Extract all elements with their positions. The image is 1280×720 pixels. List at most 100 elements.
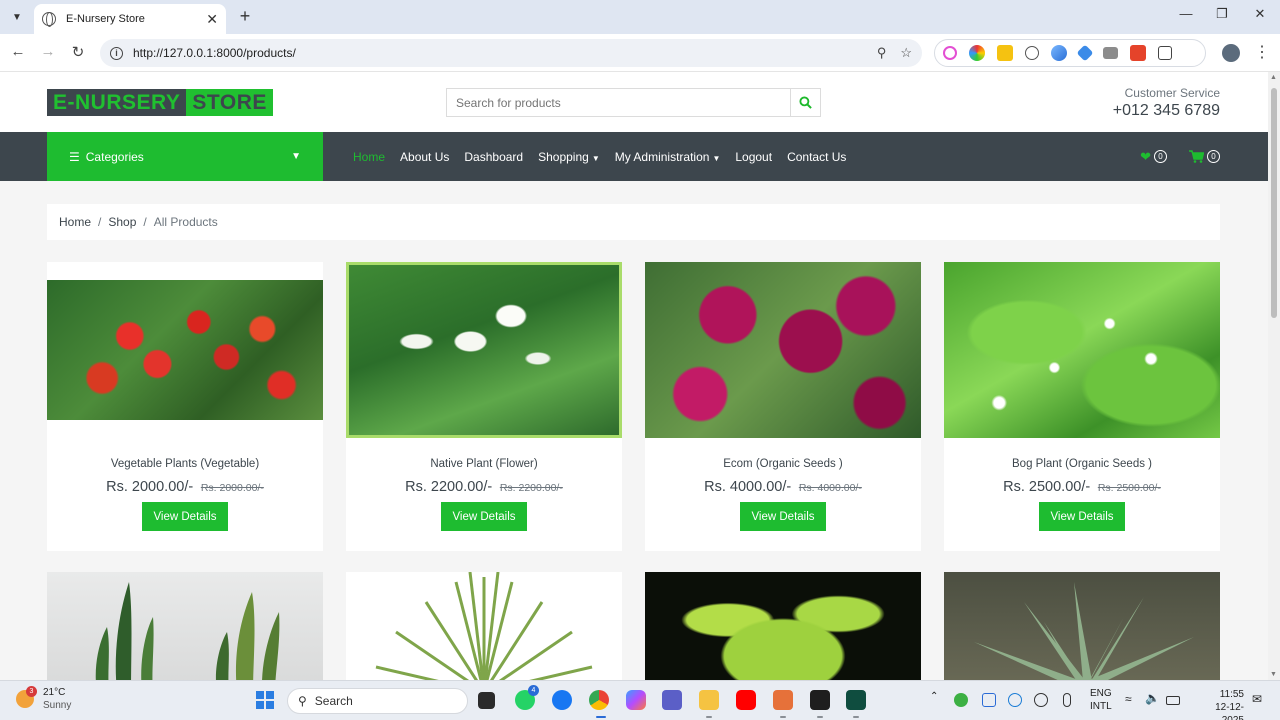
page-scrollbar[interactable]: ▲ ▼ [1268, 72, 1280, 680]
chevron-down-icon: ▼ [712, 153, 721, 163]
browser-tab[interactable]: E-Nursery Store ✕ [34, 4, 226, 34]
extension-8-icon[interactable] [1130, 45, 1146, 61]
forward-icon[interactable]: → [38, 43, 58, 60]
breadcrumb-home[interactable]: Home [59, 215, 91, 229]
tray-app-3-icon[interactable] [1008, 693, 1022, 707]
scroll-down-icon[interactable]: ▼ [1270, 671, 1277, 678]
windows-start-icon[interactable] [256, 691, 274, 709]
microphone-icon[interactable] [1063, 693, 1071, 707]
teams-icon[interactable] [662, 690, 682, 710]
customer-service: Customer Service +012 345 6789 [1113, 86, 1220, 120]
search-button[interactable] [790, 89, 820, 116]
task-view-icon[interactable] [478, 692, 495, 709]
tray-overflow-icon[interactable]: ⌃ [930, 691, 938, 702]
search-input[interactable] [447, 89, 790, 116]
site-info-icon[interactable]: i [110, 46, 123, 60]
site-logo[interactable]: E-NURSERY STORE [47, 89, 273, 116]
product-image-agave[interactable] [944, 572, 1220, 680]
product-image-green-shrub[interactable] [645, 572, 921, 680]
product-image-native-plant[interactable] [346, 262, 622, 438]
tray-app-1-icon[interactable] [954, 693, 968, 707]
profile-avatar[interactable] [1222, 44, 1240, 62]
copilot-icon[interactable] [626, 690, 646, 710]
pycharm-icon[interactable] [846, 690, 866, 710]
language-indicator[interactable]: ENG INTL [1090, 687, 1112, 713]
reload-icon[interactable]: ↻ [68, 43, 88, 61]
breadcrumb: Home / Shop / All Products [47, 204, 1220, 240]
wifi-icon[interactable]: ≈ [1125, 692, 1132, 706]
breadcrumb-shop[interactable]: Shop [108, 215, 136, 229]
chrome-icon[interactable] [589, 690, 609, 710]
extensions-puzzle-icon[interactable] [1158, 46, 1172, 60]
nav-shopping[interactable]: Shopping ▼ [538, 150, 600, 164]
categories-label: Categories [85, 149, 144, 164]
minimize-icon[interactable]: — [1176, 6, 1196, 21]
product-prices: Rs. 2500.00/- Rs. 2500.00/- [944, 479, 1220, 495]
nav-contact-us[interactable]: Contact Us [787, 150, 846, 164]
product-image-air-plant[interactable] [346, 572, 622, 680]
extension-5-icon[interactable] [1051, 45, 1067, 61]
cart-link[interactable]: 0 [1189, 150, 1220, 163]
tab-list-chevron-icon[interactable]: ▼ [6, 6, 28, 28]
nav-home[interactable]: Home [353, 150, 385, 164]
extension-2-icon[interactable] [969, 45, 985, 61]
extension-1-icon[interactable] [943, 46, 957, 60]
product-old-price: Rs. 2200.00/- [499, 482, 563, 494]
tray-app-4-icon[interactable] [1034, 693, 1048, 707]
view-details-button[interactable]: View Details [740, 502, 826, 531]
product-image-tomato[interactable] [47, 262, 323, 438]
breadcrumb-separator: / [143, 215, 147, 229]
taskbar-search[interactable]: ⚲ Search [287, 688, 468, 714]
nav-dashboard[interactable]: Dashboard [464, 150, 523, 164]
whatsapp-icon[interactable]: 4 [515, 685, 539, 710]
browser-menu-icon[interactable]: ⋮ [1254, 42, 1270, 62]
product-image-snake-plant[interactable] [47, 572, 323, 680]
product-prices: Rs. 2200.00/- Rs. 2200.00/- [346, 479, 622, 495]
weather-widget[interactable]: 3 21°C Sunny [16, 686, 71, 712]
scroll-up-icon[interactable]: ▲ [1270, 74, 1277, 81]
scrollbar-thumb[interactable] [1271, 88, 1277, 318]
nav-about-us[interactable]: About Us [400, 150, 449, 164]
new-tab-icon[interactable]: + [234, 6, 256, 27]
view-details-button[interactable]: View Details [142, 502, 228, 531]
nav-logout[interactable]: Logout [735, 150, 772, 164]
product-old-price: Rs. 2500.00/- [1097, 482, 1161, 494]
product-image-ecom[interactable] [645, 262, 921, 438]
notification-bell-icon[interactable]: ✉ [1252, 692, 1262, 706]
view-details-button[interactable]: View Details [1039, 502, 1125, 531]
air-plant-illustration [375, 572, 593, 680]
battery-icon[interactable] [1166, 696, 1180, 705]
heart-icon: ❤ [1140, 148, 1151, 164]
maximize-icon[interactable]: ❐ [1212, 6, 1232, 22]
omnibox[interactable]: i http://127.0.0.1:8000/products/ ⚲ ☆ [100, 39, 922, 67]
product-card: Native Plant (Flower) Rs. 2200.00/- Rs. … [346, 262, 622, 551]
facebook-icon[interactable] [552, 690, 572, 710]
wishlist-link[interactable]: ❤ 0 [1140, 149, 1167, 165]
nav-shopping-label: Shopping [538, 149, 589, 164]
extension-4-icon[interactable] [1025, 46, 1039, 60]
product-image-bog-plant[interactable] [944, 262, 1220, 438]
hamburger-icon: ☰ [69, 149, 80, 164]
browser-tab-bar: ▼ E-Nursery Store ✕ + — ❐ ✕ [0, 0, 1280, 34]
clock[interactable]: 11:55 12-12-2025 [1200, 688, 1244, 720]
product-card: Bog Plant (Organic Seeds ) Rs. 2500.00/-… [944, 262, 1220, 551]
window-close-icon[interactable]: ✕ [1250, 6, 1270, 22]
youtube-icon[interactable] [736, 690, 756, 710]
xampp-icon[interactable] [773, 690, 793, 710]
nav-my-administration[interactable]: My Administration ▼ [615, 150, 721, 164]
bookmark-star-icon[interactable]: ☆ [900, 45, 912, 61]
volume-icon[interactable]: 🔈 [1145, 691, 1160, 705]
extension-3-icon[interactable] [997, 45, 1013, 61]
url-text[interactable]: http://127.0.0.1:8000/products/ [133, 46, 863, 60]
back-icon[interactable]: ← [8, 43, 28, 60]
tab-close-icon[interactable]: ✕ [206, 11, 218, 28]
file-explorer-icon[interactable] [699, 690, 719, 710]
view-details-button[interactable]: View Details [441, 502, 527, 531]
zoom-icon[interactable]: ⚲ [877, 45, 887, 61]
categories-toggle[interactable]: ☰ Categories ▼ [47, 132, 323, 181]
camera-icon[interactable] [1103, 47, 1118, 59]
terminal-icon[interactable] [810, 690, 830, 710]
main-navbar: ☰ Categories ▼ Home About Us Dashboard S… [0, 132, 1268, 181]
onedrive-icon[interactable] [982, 693, 996, 707]
extension-6-icon[interactable] [1076, 44, 1094, 62]
